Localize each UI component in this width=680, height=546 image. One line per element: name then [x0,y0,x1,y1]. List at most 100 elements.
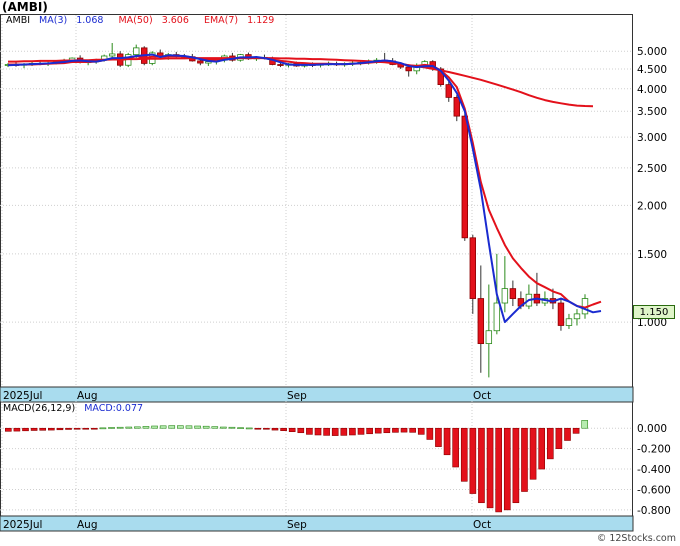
candle-body [573,313,581,320]
macd-bar [417,427,425,435]
macd-bar [254,427,262,430]
macd-bar [546,427,554,460]
macd-bar [443,427,451,456]
macd-bar [125,426,133,429]
candle-body [509,288,517,299]
macd-bar [99,427,107,430]
macd-bar [228,426,236,429]
price-x-tick-label: Oct [473,390,491,402]
macd-bar [245,427,253,430]
price-y-axis-ticks: 5.000 4.500 4.000 3.500 3.000 2.500 2.000 1.500… [637,46,667,329]
legend-ma3-label: MA(3) [39,15,68,26]
price-tick-label: 5.000 [637,46,667,58]
macd-bar [65,427,72,430]
macd-bar [460,427,468,482]
macd-bar [400,427,408,433]
price-tick-label: 4.000 [637,84,667,96]
macd-bar [48,427,55,431]
macd-tick-label: -0.400 [637,464,671,476]
macd-bar [30,427,38,431]
macd-bar [469,427,477,494]
macd-bar [159,425,167,429]
macd-tick-label: 0.000 [637,423,667,435]
ticker-title: (AMBI) [2,0,48,14]
macd-bar [409,427,416,433]
legend-ma50-value: 3.606 [161,15,189,26]
macd-bar [374,427,382,434]
candle-body [565,318,573,326]
macd-bar [572,427,580,434]
macd-bar [202,425,210,429]
macd-bar [340,427,348,436]
candle-body [477,298,485,345]
price-tick-label: 3.000 [637,132,667,144]
macd-bar [331,427,339,436]
candle-body [453,96,460,117]
price-tick-label: 4.500 [637,64,667,76]
macd-value-label: MACD:0.077 [84,403,144,414]
macd-bar [366,427,373,435]
macd-bar [168,425,176,429]
price-tick-label: 3.500 [637,106,667,118]
macd-bar [581,420,589,429]
macd-bar [349,427,356,436]
macd-bar [306,427,313,435]
macd-bar [39,427,47,431]
legend-ema7-value: 1.129 [247,15,275,26]
macd-bar [280,427,287,431]
price-x-tick-label: Aug [77,390,98,402]
macd-bar [478,427,485,504]
macd-bar [564,427,571,441]
price-tick-label: 2.000 [637,200,667,212]
macd-tick-label: -0.200 [637,444,671,456]
macd-bar [263,427,270,430]
candle-body [469,237,477,299]
legend-ma3-value: 1.068 [76,15,104,26]
price-tick-label: 1.500 [637,249,667,261]
macd-y-axis-ticks: 0.000 -0.200 -0.400 -0.600 -0.800 [637,423,671,517]
price-x-axis-band: 2025Jul Aug Sep Oct [0,386,634,403]
macd-bar [538,427,545,470]
macd-bar [503,427,511,511]
legend-ma50: MA(50) 3.606 [118,15,194,26]
candle-body [405,66,412,72]
candle-body [445,84,452,98]
macd-bar [357,427,365,435]
macd-bar [82,427,90,430]
candle-body [493,302,501,332]
legend-ma50-label: MA(50) [118,15,153,26]
macd-bar [426,427,434,440]
watermark: © 12Stocks.com [596,533,676,544]
macd-bar [288,427,296,433]
macd-gridlines [0,401,633,531]
candle-body [108,53,116,57]
legend-ema7: EMA(7) 1.129 [204,15,280,26]
macd-bar [392,427,399,433]
macd-bar [495,427,502,513]
candle-body [557,302,565,326]
chart-canvas: 2025Jul Aug Sep Oct 5.000 4.500 4.000 3.500 3.0… [0,15,671,532]
macd-params-label: MACD(26,12,9) [3,403,76,414]
legend-ma3: MA(3) 1.068 [39,15,109,26]
macd-bar [13,427,21,432]
last-price-tag: 1.150 [633,305,675,319]
macd-bar [185,425,193,429]
macd-bar [177,425,184,429]
price-tick-label: 2.500 [637,163,667,175]
macd-bar [521,427,528,492]
macd-bar [452,427,459,468]
macd-tick-label: -0.600 [637,484,671,496]
macd-bar [22,427,29,432]
macd-x-axis-band: 2025Jul Aug Sep Oct [0,515,634,532]
macd-bar [4,427,12,432]
indicator-legend: AMBI MA(3) 1.068 MA(50) 3.606 EMA(7) 1.1… [6,15,286,26]
macd-x-tick-label: Sep [287,519,307,531]
macd-bar [486,427,494,509]
candle-body [485,330,493,345]
macd-bar [56,427,64,431]
macd-legend: MACD(26,12,9) MACD:0.077 [3,403,149,414]
macd-bar [211,426,219,429]
macd-bar [116,426,124,429]
macd-bar [220,426,227,429]
macd-bar [151,425,158,429]
